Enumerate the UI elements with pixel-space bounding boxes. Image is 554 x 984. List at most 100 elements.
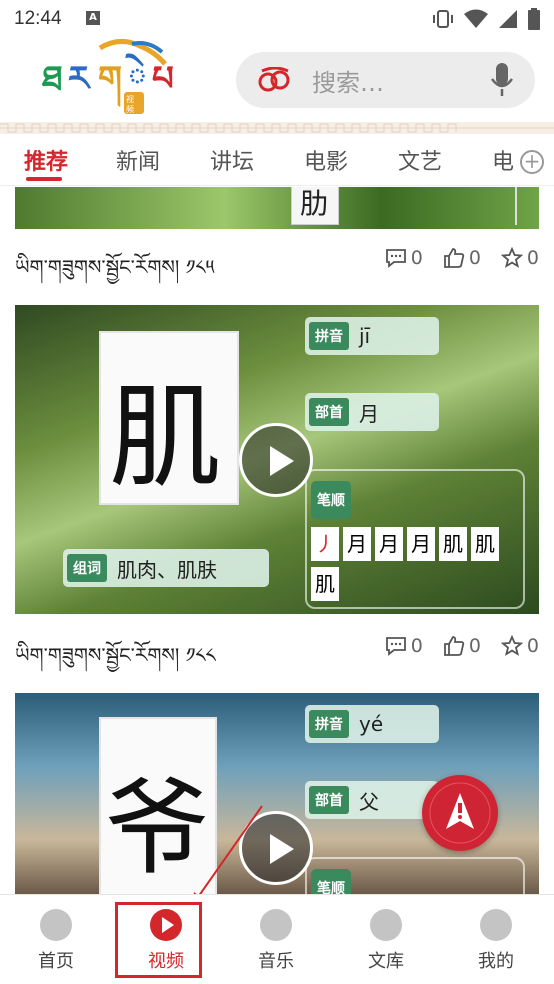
svg-text:ཐ: ཐ bbox=[41, 59, 63, 99]
app-logo[interactable]: ཐ ར ག ེ པ 视 频 bbox=[40, 38, 200, 122]
svg-text:视: 视 bbox=[126, 94, 134, 104]
play-button[interactable] bbox=[239, 811, 313, 885]
like-count: 0 bbox=[468, 247, 481, 269]
pinyin-key: 拼音 bbox=[309, 710, 349, 738]
play-button[interactable] bbox=[239, 423, 313, 497]
video-stats: 0 0 0 bbox=[385, 635, 539, 657]
nav-profile[interactable]: 我的 bbox=[456, 909, 536, 973]
home-icon bbox=[40, 909, 72, 941]
favorite-stat[interactable]: 0 bbox=[500, 247, 539, 269]
mic-icon[interactable] bbox=[491, 63, 513, 97]
svg-text:པ: པ bbox=[152, 59, 174, 99]
status-bar: 12:44 A bbox=[0, 0, 554, 38]
like-icon bbox=[443, 636, 465, 656]
favorite-icon bbox=[500, 247, 523, 268]
video-thumbnail[interactable]: 肋 bbox=[15, 187, 539, 229]
comment-icon bbox=[385, 637, 406, 656]
pinyin-key: 拼音 bbox=[309, 322, 349, 350]
char-box: 肋 bbox=[291, 187, 339, 225]
status-time: 12:44 bbox=[14, 8, 62, 29]
comment-icon bbox=[385, 249, 406, 268]
search-logo-icon bbox=[258, 67, 290, 92]
svg-text:ག: ག bbox=[98, 59, 122, 108]
signal-icon bbox=[499, 10, 517, 28]
tab-forum[interactable]: 讲坛 bbox=[210, 144, 254, 176]
video-thumbnail[interactable]: 肌 拼音 jī 部首 月 笔顺 丿 月 月 月 肌 肌 肌 组词 肌肉、肌肤 bbox=[15, 305, 539, 614]
highlight-box bbox=[115, 902, 202, 978]
video-caption[interactable]: ཡིག་གཟུགས་སྦྱོང་རོགས། ༡༨༨ bbox=[15, 633, 216, 689]
favorite-count: 0 bbox=[526, 247, 539, 269]
wifi-icon bbox=[464, 9, 488, 28]
bottom-nav: 首页 视频 音乐 文库 我的 bbox=[0, 894, 554, 984]
video-caption[interactable]: ཡིག་གཟུགས་སྦྱོང་རོགས། ༡༨༥ bbox=[15, 245, 214, 301]
char-box: 爷 bbox=[99, 717, 217, 894]
notification-icon: A bbox=[86, 11, 100, 25]
strokes-key: 笔顺 bbox=[311, 481, 351, 519]
radical-value: 月 bbox=[359, 401, 379, 426]
stroke-step: 肌 bbox=[439, 527, 467, 561]
thumb-char: 肋 bbox=[300, 187, 329, 220]
stroke-step: 丿 bbox=[311, 527, 339, 561]
search-input[interactable]: 搜索… bbox=[312, 63, 491, 98]
radical-value: 父 bbox=[359, 789, 379, 814]
alert-fab-icon[interactable] bbox=[422, 775, 498, 851]
header: ཐ ར ག ེ པ 视 频 搜索… bbox=[0, 38, 554, 122]
library-icon bbox=[370, 909, 402, 941]
tab-news[interactable]: 新闻 bbox=[116, 144, 160, 176]
stroke-step: 月 bbox=[375, 527, 403, 561]
nav-home-label: 首页 bbox=[38, 951, 74, 972]
radical-key: 部首 bbox=[309, 786, 349, 814]
vibrate-icon bbox=[433, 10, 453, 28]
favorite-icon bbox=[500, 635, 523, 656]
profile-icon bbox=[480, 909, 512, 941]
decorative-pattern bbox=[0, 122, 554, 134]
strokes-list: 丿 月 月 月 肌 肌 肌 bbox=[311, 527, 521, 601]
video-stats: 0 0 0 bbox=[385, 247, 539, 269]
radical-tag: 部首 父 bbox=[305, 781, 439, 819]
like-stat[interactable]: 0 bbox=[443, 635, 481, 657]
stroke-step: 月 bbox=[343, 527, 371, 561]
big-char: 爷 bbox=[105, 767, 210, 889]
music-icon bbox=[260, 909, 292, 941]
tab-arts[interactable]: 文艺 bbox=[398, 144, 442, 176]
like-stat[interactable]: 0 bbox=[443, 247, 481, 269]
nav-library-label: 文库 bbox=[368, 951, 404, 972]
words-value: 肌肉、肌肤 bbox=[117, 557, 217, 582]
stroke-step: 肌 bbox=[471, 527, 499, 561]
like-count: 0 bbox=[468, 635, 481, 657]
big-char: 肌 bbox=[109, 373, 221, 503]
svg-text:频: 频 bbox=[126, 104, 134, 114]
nav-music[interactable]: 音乐 bbox=[236, 909, 316, 973]
tab-more[interactable]: 电 bbox=[492, 144, 514, 176]
radical-key: 部首 bbox=[309, 398, 349, 426]
nav-library[interactable]: 文库 bbox=[346, 909, 426, 973]
comment-stat[interactable]: 0 bbox=[385, 247, 423, 269]
nav-profile-label: 我的 bbox=[478, 951, 514, 972]
pinyin-value: jī bbox=[359, 324, 371, 348]
like-icon bbox=[443, 248, 465, 268]
stroke-step: 肌 bbox=[311, 567, 339, 601]
card-edge bbox=[511, 187, 517, 225]
pinyin-tag: 拼音 jī bbox=[305, 317, 439, 355]
comment-count: 0 bbox=[410, 635, 423, 657]
char-box: 肌 bbox=[99, 331, 239, 505]
svg-text:ར: ར bbox=[68, 59, 92, 99]
tab-recommend[interactable]: 推荐 bbox=[24, 144, 68, 176]
stroke-step: 月 bbox=[407, 527, 435, 561]
words-tag: 组词 肌肉、肌肤 bbox=[63, 549, 269, 587]
comment-count: 0 bbox=[410, 247, 423, 269]
strokes-panel: 笔顺 丿 月 月 月 肌 肌 肌 bbox=[305, 469, 525, 609]
strokes-key: 笔顺 bbox=[311, 869, 351, 894]
words-key: 组词 bbox=[67, 554, 107, 582]
search-bar[interactable]: 搜索… bbox=[236, 52, 535, 108]
active-tab-indicator bbox=[26, 177, 62, 181]
add-tab-icon[interactable]: + bbox=[520, 150, 544, 174]
nav-home[interactable]: 首页 bbox=[16, 909, 96, 973]
favorite-stat[interactable]: 0 bbox=[500, 635, 539, 657]
tab-movies[interactable]: 电影 bbox=[304, 144, 348, 176]
strokes-panel: 笔顺 bbox=[305, 857, 525, 894]
category-tabs: 推荐 新闻 讲坛 电影 文艺 电 + bbox=[0, 136, 554, 186]
nav-music-label: 音乐 bbox=[258, 951, 294, 972]
comment-stat[interactable]: 0 bbox=[385, 635, 423, 657]
battery-icon bbox=[528, 8, 540, 30]
